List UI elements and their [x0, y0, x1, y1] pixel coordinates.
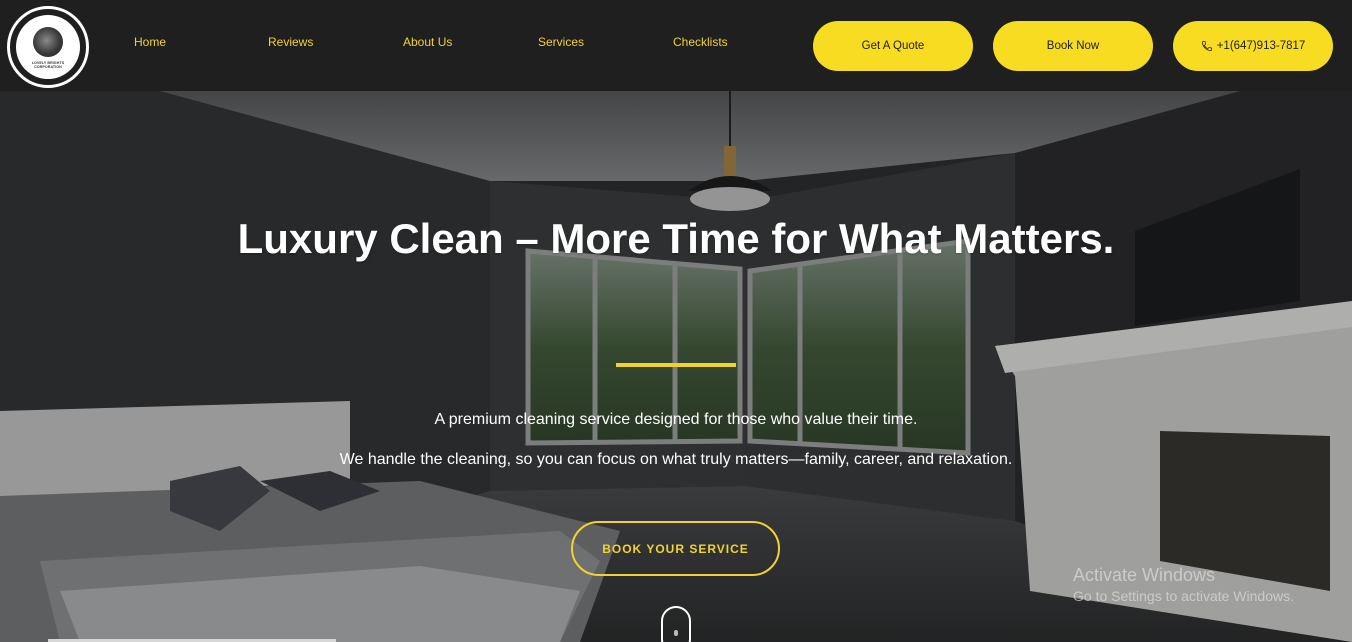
hero-subtitle-2: We handle the cleaning, so you can focus…: [339, 451, 1013, 468]
watermark-title: Activate Windows: [1073, 565, 1216, 585]
windows-activation-watermark: Activate Windows Go to Settings to activ…: [1073, 564, 1294, 606]
book-your-service-label: BOOK YOUR SERVICE: [602, 541, 749, 556]
phone-number-label: +1(647)913-7817: [1216, 40, 1306, 52]
hero-section: Luxury Clean – More Time for What Matter…: [0, 91, 1352, 642]
nav-checklists[interactable]: Checklists: [673, 35, 728, 49]
logo-emblem-icon: [33, 27, 63, 57]
get-a-quote-label: Get A Quote: [861, 40, 925, 52]
get-a-quote-button[interactable]: Get A Quote: [813, 21, 973, 71]
phone-button[interactable]: +1(647)913-7817: [1173, 21, 1333, 71]
phone-icon: [1201, 41, 1212, 51]
hero-divider: [616, 363, 736, 367]
nav-reviews[interactable]: Reviews: [268, 35, 313, 49]
nav-about-us[interactable]: About Us: [403, 35, 452, 49]
hero-title: Luxury Clean – More Time for What Matter…: [237, 215, 1115, 262]
site-header: LOVELY BRIGHTS CORPORATION Home Reviews …: [0, 0, 1352, 91]
nav-services[interactable]: Services: [538, 35, 584, 49]
nav-home[interactable]: Home: [134, 35, 166, 49]
logo-text: LOVELY BRIGHTS CORPORATION: [31, 61, 65, 69]
book-now-label: Book Now: [1046, 40, 1100, 52]
book-now-button[interactable]: Book Now: [993, 21, 1153, 71]
scroll-indicator-dot: [674, 630, 678, 636]
book-your-service-button[interactable]: BOOK YOUR SERVICE: [571, 521, 780, 576]
company-logo[interactable]: LOVELY BRIGHTS CORPORATION: [7, 6, 89, 88]
scroll-down-icon[interactable]: [661, 606, 691, 642]
watermark-subtitle: Go to Settings to activate Windows.: [1073, 588, 1294, 604]
logo-badge: LOVELY BRIGHTS CORPORATION: [16, 15, 80, 79]
hero-subtitle-1: A premium cleaning service designed for …: [434, 411, 918, 428]
